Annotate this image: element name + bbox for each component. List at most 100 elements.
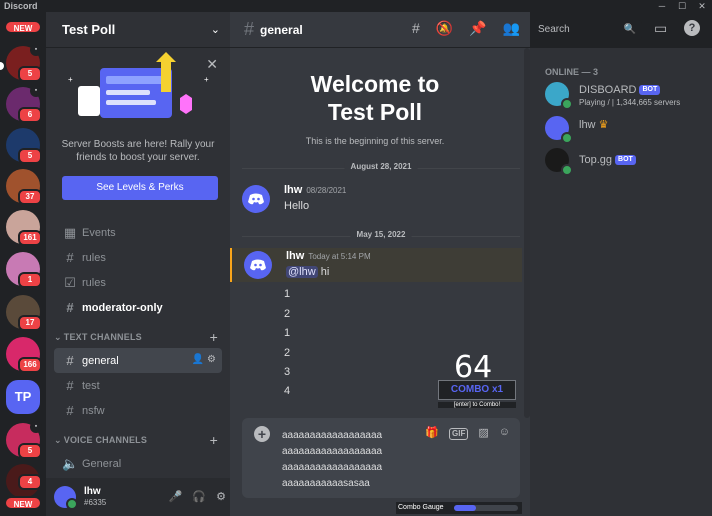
avatar[interactable] [242,185,270,213]
composer-line: aaaaaaaaaaaaaaaaaa [282,428,382,444]
add-channel-icon[interactable]: + [210,329,218,345]
member-name: Top.gg [579,154,612,166]
welcome-title-line1: Welcome to [230,70,520,98]
threads-icon[interactable]: # [412,20,420,37]
mention-badge: 161 [18,230,42,246]
mention-badge: 5 [18,66,42,82]
server-icon[interactable]: 1 [6,252,40,286]
channel-events[interactable]: ▦ Events [54,220,222,245]
author-name[interactable]: lhw [286,250,304,262]
gif-button[interactable]: GIF [449,428,468,440]
date-divider: May 15, 2022 [242,236,520,237]
mention-badge: 5 [18,148,42,164]
message-line: 4 [284,385,290,397]
gauge-track [454,505,518,511]
category-label: TEXT CHANNELS [64,332,142,342]
server-header[interactable]: Test Poll ⌄ [46,12,230,48]
header-toolbar: # 🔕 📌 👥 [412,20,520,37]
avatar[interactable] [244,251,272,279]
chevron-down-icon: ⌄ [54,332,62,343]
category-text-channels[interactable]: ⌄ TEXT CHANNELS + [46,326,230,348]
channel-label: moderator-only [82,302,163,314]
server-icon[interactable]: ▪ 5 [6,46,40,80]
combo-gauge: Combo Gauge [396,502,522,514]
members-header: ONLINE — 3 [545,67,598,77]
channel-label: general [82,355,119,367]
composer-text[interactable]: aaaaaaaaaaaaaaaaaa aaaaaaaaaaaaaaaaaa aa… [282,428,382,492]
server-icon[interactable]: ▪ 5 [6,423,40,457]
server-icon[interactable]: 4 [6,464,40,498]
timestamp: Today at 5:14 PM [308,252,370,261]
see-levels-button[interactable]: See Levels & Perks [62,176,218,200]
add-attachment-icon[interactable]: + [254,426,270,442]
gift-icon[interactable]: 🎁 [425,426,439,440]
channel-test[interactable]: # test [54,373,222,398]
sticker-icon[interactable]: ▨ [478,426,488,440]
close-window-icon[interactable]: ✕ [692,0,712,12]
user-mention[interactable]: @lhw [286,266,318,278]
welcome-subtitle: This is the beginning of this server. [230,136,520,146]
microphone-icon[interactable]: 🎤 [169,490,183,503]
hash-icon: # [244,19,254,40]
member-item[interactable]: lhw ♛ [545,116,705,146]
channel-rules[interactable]: # rules [54,245,222,270]
inbox-icon[interactable]: ▭ [654,20,667,37]
server-icon[interactable]: 166 [6,337,40,371]
channel-title: general [260,23,303,37]
online-status [561,132,573,144]
category-voice-channels[interactable]: ⌄ VOICE CHANNELS + [46,429,230,451]
category-label: VOICE CHANNELS [64,435,147,445]
maximize-icon[interactable]: ☐ [672,0,692,12]
combo-hint: [enter] to Combo! [438,402,516,408]
chat-area: # general Welcome to Test Poll This is t… [230,12,530,516]
mention-badge: 1 [18,272,42,288]
svg-text:+: + [68,75,73,84]
minimize-icon[interactable]: ─ [652,0,672,12]
server-icon[interactable]: 161 [6,210,40,244]
channel-label: rules [82,277,106,289]
hash-icon: # [62,353,78,368]
author-name[interactable]: lhw [284,184,302,196]
online-status [66,498,78,510]
date-divider: August 28, 2021 [242,168,520,169]
server-icon-test-poll[interactable]: TP [6,380,40,414]
member-item[interactable]: Top.ggBOT [545,148,705,178]
app-title: Discord [4,0,38,12]
new-mentions-pill-bottom[interactable]: NEW [4,496,42,510]
pin-icon[interactable]: 📌 [469,20,486,37]
channel-label: nsfw [82,405,105,417]
search-input[interactable]: Search 🔍 [534,20,642,40]
member-item[interactable]: DISBOARDBOT Playing / | 1,344,665 server… [545,82,705,112]
speaker-icon: 🔈 [62,456,78,472]
help-icon[interactable]: ? [684,20,700,36]
voice-channel-general[interactable]: 🔈 General [54,451,222,476]
welcome-title-line2: Test Poll [230,98,520,126]
members-icon[interactable]: 👥 [503,20,520,37]
svg-text:+: + [204,75,209,84]
avatar[interactable] [54,486,76,508]
bot-badge: BOT [615,155,636,165]
username: lhw [84,486,106,497]
invite-settings-icons[interactable]: 👤 ⚙ [192,354,216,365]
server-icon[interactable]: 17 [6,295,40,329]
notifications-muted-icon[interactable]: 🔕 [436,20,453,37]
new-mentions-pill[interactable]: NEW [4,20,42,34]
combo-multiplier: COMBO x1 [438,380,516,400]
mention-badge: 166 [18,357,42,373]
mention-badge: 4 [18,474,42,490]
channel-rules-check[interactable]: ☑ rules [54,270,222,295]
headphones-icon[interactable]: 🎧 [192,490,206,503]
gear-icon[interactable]: ⚙ [216,490,226,503]
channel-nsfw[interactable]: # nsfw [54,398,222,423]
channel-general[interactable]: # general 👤 ⚙ [54,348,222,373]
channel-moderator-only[interactable]: # moderator-only [54,295,222,320]
server-icon[interactable]: 5 [6,128,40,162]
server-icon[interactable]: ▪ 6 [6,87,40,121]
chevron-down-icon: ⌄ [54,435,62,446]
mention-badge: 17 [18,315,42,331]
emoji-icon[interactable]: ☺ [499,426,510,440]
add-channel-icon[interactable]: + [210,432,218,448]
message-text: @lhw hi [286,266,329,278]
message-composer[interactable]: + aaaaaaaaaaaaaaaaaa aaaaaaaaaaaaaaaaaa … [242,418,520,498]
server-icon[interactable]: 37 [6,169,40,203]
